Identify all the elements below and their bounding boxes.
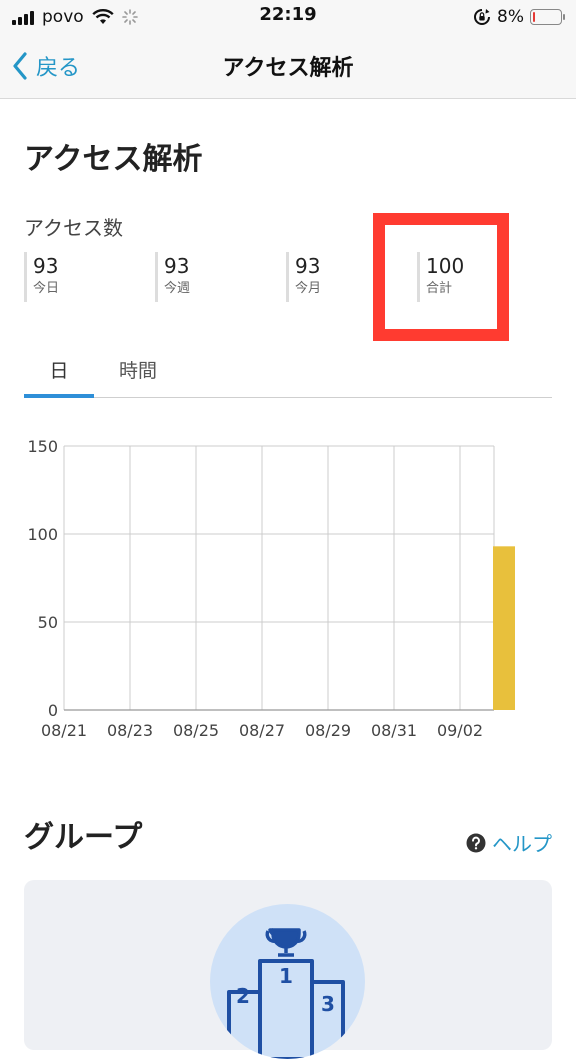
podium-number-1: 1 bbox=[279, 964, 293, 988]
tab-bar: 日 時間 bbox=[24, 342, 552, 398]
podium-illustration: 1 2 3 bbox=[210, 904, 365, 1059]
stat-value: 93 bbox=[33, 254, 59, 278]
status-bar: povo 22:19 8% bbox=[0, 0, 576, 34]
x-tick-label: 08/29 bbox=[305, 721, 351, 740]
help-link[interactable]: ヘルプ bbox=[466, 828, 552, 857]
x-tick-label: 08/25 bbox=[173, 721, 219, 740]
x-tick-label: 08/23 bbox=[107, 721, 153, 740]
x-tick-label: 08/31 bbox=[371, 721, 417, 740]
stat-caption: 今月 bbox=[295, 281, 322, 296]
podium-icon: 1 2 3 bbox=[227, 928, 345, 1059]
y-tick-label: 100 bbox=[27, 525, 58, 544]
page-title: アクセス解析 bbox=[24, 142, 203, 177]
highlight-box bbox=[373, 213, 509, 341]
stat-caption: 今日 bbox=[33, 281, 60, 296]
access-chart: 0 50 100 150 08/21 08/23 08/25 08/27 08/29 08/31 0… bbox=[27, 437, 515, 740]
stat-caption: 今週 bbox=[164, 281, 191, 296]
status-right: 8% bbox=[473, 6, 565, 28]
tab-day[interactable]: 日 bbox=[24, 342, 94, 398]
x-tick-label: 08/27 bbox=[239, 721, 285, 740]
nav-title: アクセス解析 bbox=[222, 56, 354, 81]
x-tick-label: 09/02 bbox=[437, 721, 483, 740]
nav-bar: 戻る アクセス解析 bbox=[0, 34, 576, 99]
battery-icon bbox=[530, 9, 565, 25]
battery-percent: 8% bbox=[497, 7, 524, 27]
stat-value: 93 bbox=[164, 254, 190, 278]
podium-number-2: 2 bbox=[236, 984, 250, 1008]
trophy-icon bbox=[265, 928, 307, 957]
y-tick-label: 50 bbox=[38, 613, 58, 632]
question-circle-icon bbox=[466, 833, 486, 852]
stat-month: 93 今月 bbox=[286, 252, 321, 302]
y-tick-label: 150 bbox=[27, 437, 58, 456]
access-count-label: アクセス数 bbox=[24, 216, 123, 240]
bar bbox=[493, 546, 515, 710]
y-tick-label: 0 bbox=[48, 701, 58, 720]
stat-value: 93 bbox=[295, 254, 321, 278]
stat-today: 93 今日 bbox=[24, 252, 59, 302]
group-title: グループ bbox=[24, 820, 143, 855]
battery-level bbox=[533, 12, 535, 22]
rotation-lock-icon bbox=[474, 9, 491, 25]
help-label: ヘルプ bbox=[492, 832, 552, 856]
tab-hour[interactable]: 時間 bbox=[94, 342, 182, 396]
x-tick-label: 08/21 bbox=[41, 721, 87, 740]
stat-week: 93 今週 bbox=[155, 252, 190, 302]
podium-number-3: 3 bbox=[321, 992, 335, 1016]
